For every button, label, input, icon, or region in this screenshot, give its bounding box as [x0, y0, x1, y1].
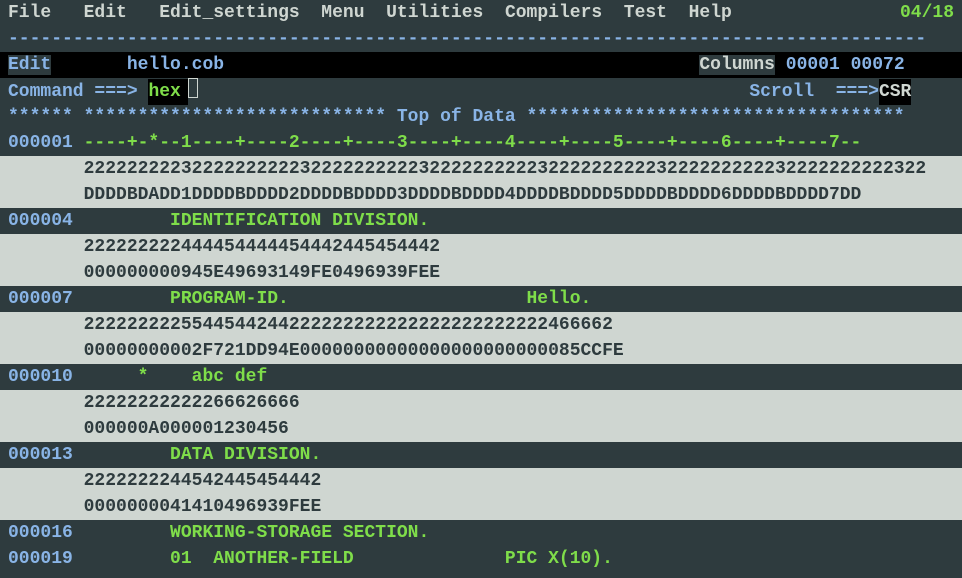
menu-menu[interactable]: Menu [321, 3, 364, 23]
line-number: 000001 [8, 133, 73, 153]
hex-text: 2222222225544544244222222222222222222222… [84, 315, 613, 335]
code-text[interactable]: 01 ANOTHER-FIELD PIC X(10). [84, 549, 613, 569]
code-text[interactable]: * abc def [84, 367, 268, 387]
code-text[interactable]: IDENTIFICATION DIVISION. [84, 211, 430, 231]
scroll-value[interactable]: CSR [879, 79, 911, 105]
line-number: 000010 [8, 367, 73, 387]
ruler-row: 000001 ----+-*--1----+----2----+----3---… [0, 130, 962, 156]
hex-row: 000000 2222222244542445454442 [0, 468, 962, 494]
code-text[interactable]: PROGRAM-ID. Hello. [84, 289, 592, 309]
editor-body: 000001 ----+-*--1----+----2----+----3---… [0, 130, 962, 572]
menu-edit-settings[interactable]: Edit_settings [159, 3, 299, 23]
menu-utilities[interactable]: Utilities [386, 3, 483, 23]
page-counter: 04/18 [900, 0, 962, 26]
hex-text: 22222222222266626666 [84, 393, 300, 413]
separator: ----------------------------------------… [0, 26, 962, 52]
hex-row: 000000 222222222444454444454442445454442 [0, 234, 962, 260]
hex-row: 000000 00000000002F721DD94E0000000000000… [0, 338, 962, 364]
col-start: 00001 [786, 55, 840, 75]
hex-row: 000000 22222222222266626666 [0, 390, 962, 416]
code-row: 000004 IDENTIFICATION DIVISION. [0, 208, 962, 234]
menu-help[interactable]: Help [689, 3, 732, 23]
hex-row: 000000 DDDDBDADD1DDDDBDDDD2DDDDBDDDD3DDD… [0, 182, 962, 208]
col-end: 00072 [851, 55, 905, 75]
command-input[interactable] [148, 79, 188, 105]
hex-text: 000000000945E49693149FE0496939FEE [84, 263, 440, 283]
hex-row: 000000 000000000945E49693149FE0496939FEE [0, 260, 962, 286]
scroll-label: Scroll ===> [749, 82, 879, 102]
menu-file[interactable]: File [8, 3, 51, 23]
code-row: 000016 WORKING-STORAGE SECTION. [0, 520, 962, 546]
columns-label: Columns [699, 55, 775, 75]
line-number: 000013 [8, 445, 73, 465]
line-number: 000016 [8, 523, 73, 543]
menu-edit[interactable]: Edit [84, 3, 127, 23]
hex-text: 2222222244542445454442 [84, 471, 322, 491]
code-row: 000007 PROGRAM-ID. Hello. [0, 286, 962, 312]
ruler-text: ----+-*--1----+----2----+----3----+----4… [84, 133, 862, 153]
edit-header: Edit hello.cob Columns 00001 00072 [0, 52, 962, 78]
filename: hello.cob [127, 55, 224, 75]
line-number: 000007 [8, 289, 73, 309]
hex-text: 00000000002F721DD94E00000000000000000000… [84, 341, 624, 361]
code-text[interactable]: WORKING-STORAGE SECTION. [84, 523, 430, 543]
hex-text: DDDDBDADD1DDDDBDDDD2DDDDBDDDD3DDDDBDDDD4… [84, 185, 862, 205]
code-row: 000013 DATA DIVISION. [0, 442, 962, 468]
hex-text: 000000A000001230456 [84, 419, 289, 439]
line-number: 000004 [8, 211, 73, 231]
menu-bar: File Edit Edit_settings Menu Utilities C… [0, 0, 962, 26]
menu-test[interactable]: Test [624, 3, 667, 23]
hex-row: 000000 000000A000001230456 [0, 416, 962, 442]
code-row: 000019 01 ANOTHER-FIELD PIC X(10). [0, 546, 962, 572]
code-text[interactable]: DATA DIVISION. [84, 445, 322, 465]
hex-row: 000000 222222222322222222223222222222232… [0, 156, 962, 182]
line-number: 000019 [8, 549, 73, 569]
hex-row: 000000 222222222554454424422222222222222… [0, 312, 962, 338]
menu-compilers[interactable]: Compilers [505, 3, 602, 23]
hex-text: 0000000041410496939FEE [84, 497, 322, 517]
hex-text: 222222222444454444454442445454442 [84, 237, 440, 257]
hex-row: 000000 0000000041410496939FEE [0, 494, 962, 520]
code-row: 000010 * abc def [0, 364, 962, 390]
top-of-data-marker: ****** **************************** Top … [0, 104, 962, 130]
hex-text: 2222222223222222222232222222222322222222… [84, 159, 927, 179]
edit-label: Edit [8, 55, 51, 75]
cursor-icon [188, 78, 198, 98]
command-row: Command ===> Scroll ===>CSR [0, 78, 962, 104]
command-label: Command ===> [8, 82, 138, 102]
